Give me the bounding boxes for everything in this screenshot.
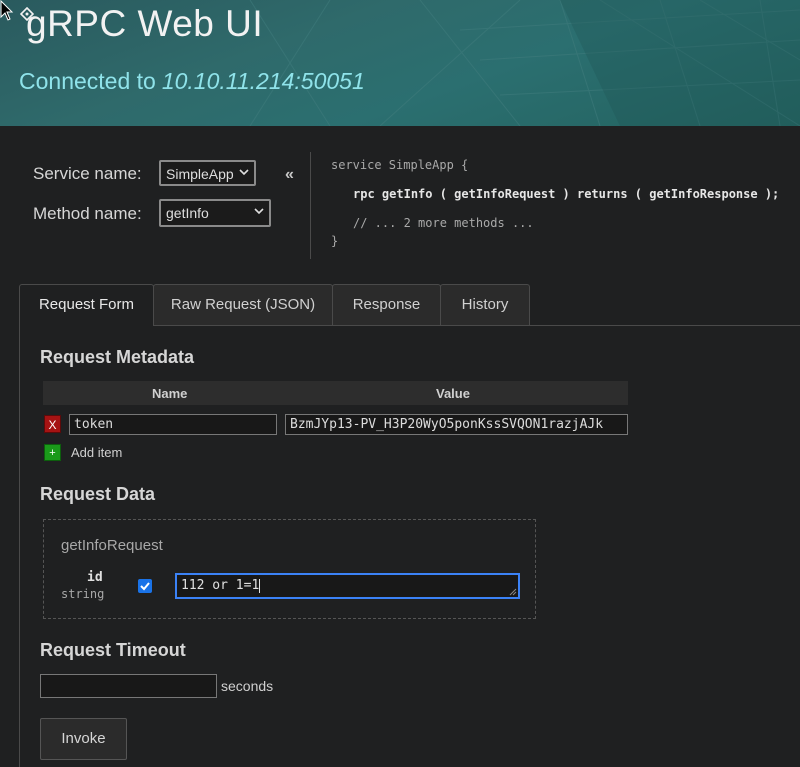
- method-select[interactable]: getInfo: [159, 199, 271, 227]
- server-address: 10.10.11.214:50051: [161, 68, 365, 94]
- metadata-col-name: Name: [152, 386, 188, 401]
- text-caret: [259, 578, 261, 593]
- service-select[interactable]: SimpleApp: [159, 160, 256, 186]
- proto-rpc-keyword: rpc: [353, 187, 375, 201]
- field-name-label: id: [87, 570, 103, 585]
- metadata-col-value: Value: [436, 386, 470, 401]
- field-type-label: string: [61, 587, 105, 601]
- proto-closing-brace: }: [331, 234, 339, 248]
- proto-rpc-signature: getInfo ( getInfoRequest ) returns ( get…: [381, 187, 780, 201]
- request-metadata-heading: Request Metadata: [40, 347, 195, 367]
- metadata-value-input[interactable]: BzmJYp13-PV_H3P20WyO5ponKssSVQON1razjAJk: [285, 414, 628, 435]
- tab-response[interactable]: Response: [332, 284, 441, 325]
- service-select-value: SimpleApp: [166, 166, 234, 182]
- method-select-value: getInfo: [166, 205, 209, 221]
- add-metadata-button[interactable]: +: [44, 444, 61, 461]
- message-type-label: getInfoRequest: [61, 537, 163, 554]
- connected-prefix: Connected to: [19, 68, 156, 94]
- connection-status: Connected to 10.10.11.214:50051: [19, 68, 365, 95]
- timeout-input[interactable]: [40, 674, 217, 698]
- id-field-value: 112 or 1=1: [181, 578, 260, 593]
- proto-service-line: service SimpleApp {: [331, 158, 469, 172]
- tab-raw-request[interactable]: Raw Request (JSON): [153, 284, 333, 325]
- proto-rpc-line: rpc getInfo ( getInfoRequest ) returns (…: [353, 187, 779, 201]
- timeout-unit-label: seconds: [221, 678, 274, 694]
- request-data-heading: Request Data: [40, 484, 156, 504]
- proto-more-methods[interactable]: // ... 2 more methods ...: [353, 216, 534, 230]
- field-enabled-checkbox[interactable]: [138, 579, 152, 593]
- add-item-label[interactable]: Add item: [71, 445, 122, 460]
- id-field-input[interactable]: 112 or 1=1: [175, 573, 520, 599]
- collapse-schema-button[interactable]: «: [285, 166, 294, 184]
- tab-history[interactable]: History: [440, 284, 530, 325]
- service-name-label: Service name:: [33, 164, 142, 183]
- request-timeout-heading: Request Timeout: [40, 640, 186, 660]
- request-message-box: [43, 519, 536, 619]
- chevron-down-icon: [254, 208, 264, 215]
- header-banner: gRPC Web UI Connected to 10.10.11.214:500…: [0, 0, 800, 126]
- remove-metadata-button[interactable]: X: [44, 415, 61, 433]
- checkmark-icon: [140, 582, 150, 591]
- chevron-down-icon: [239, 169, 249, 176]
- mouse-cursor-icon: [0, 0, 14, 21]
- vertical-divider: [310, 152, 311, 259]
- metadata-table-header: Name Value: [43, 381, 628, 405]
- metadata-name-input[interactable]: token: [69, 414, 277, 435]
- tab-request-form[interactable]: Request Form: [19, 284, 154, 326]
- resize-handle-icon[interactable]: [509, 588, 517, 596]
- invoke-button[interactable]: Invoke: [40, 718, 127, 760]
- app-title: gRPC Web UI: [26, 3, 264, 44]
- method-name-label: Method name:: [33, 204, 142, 223]
